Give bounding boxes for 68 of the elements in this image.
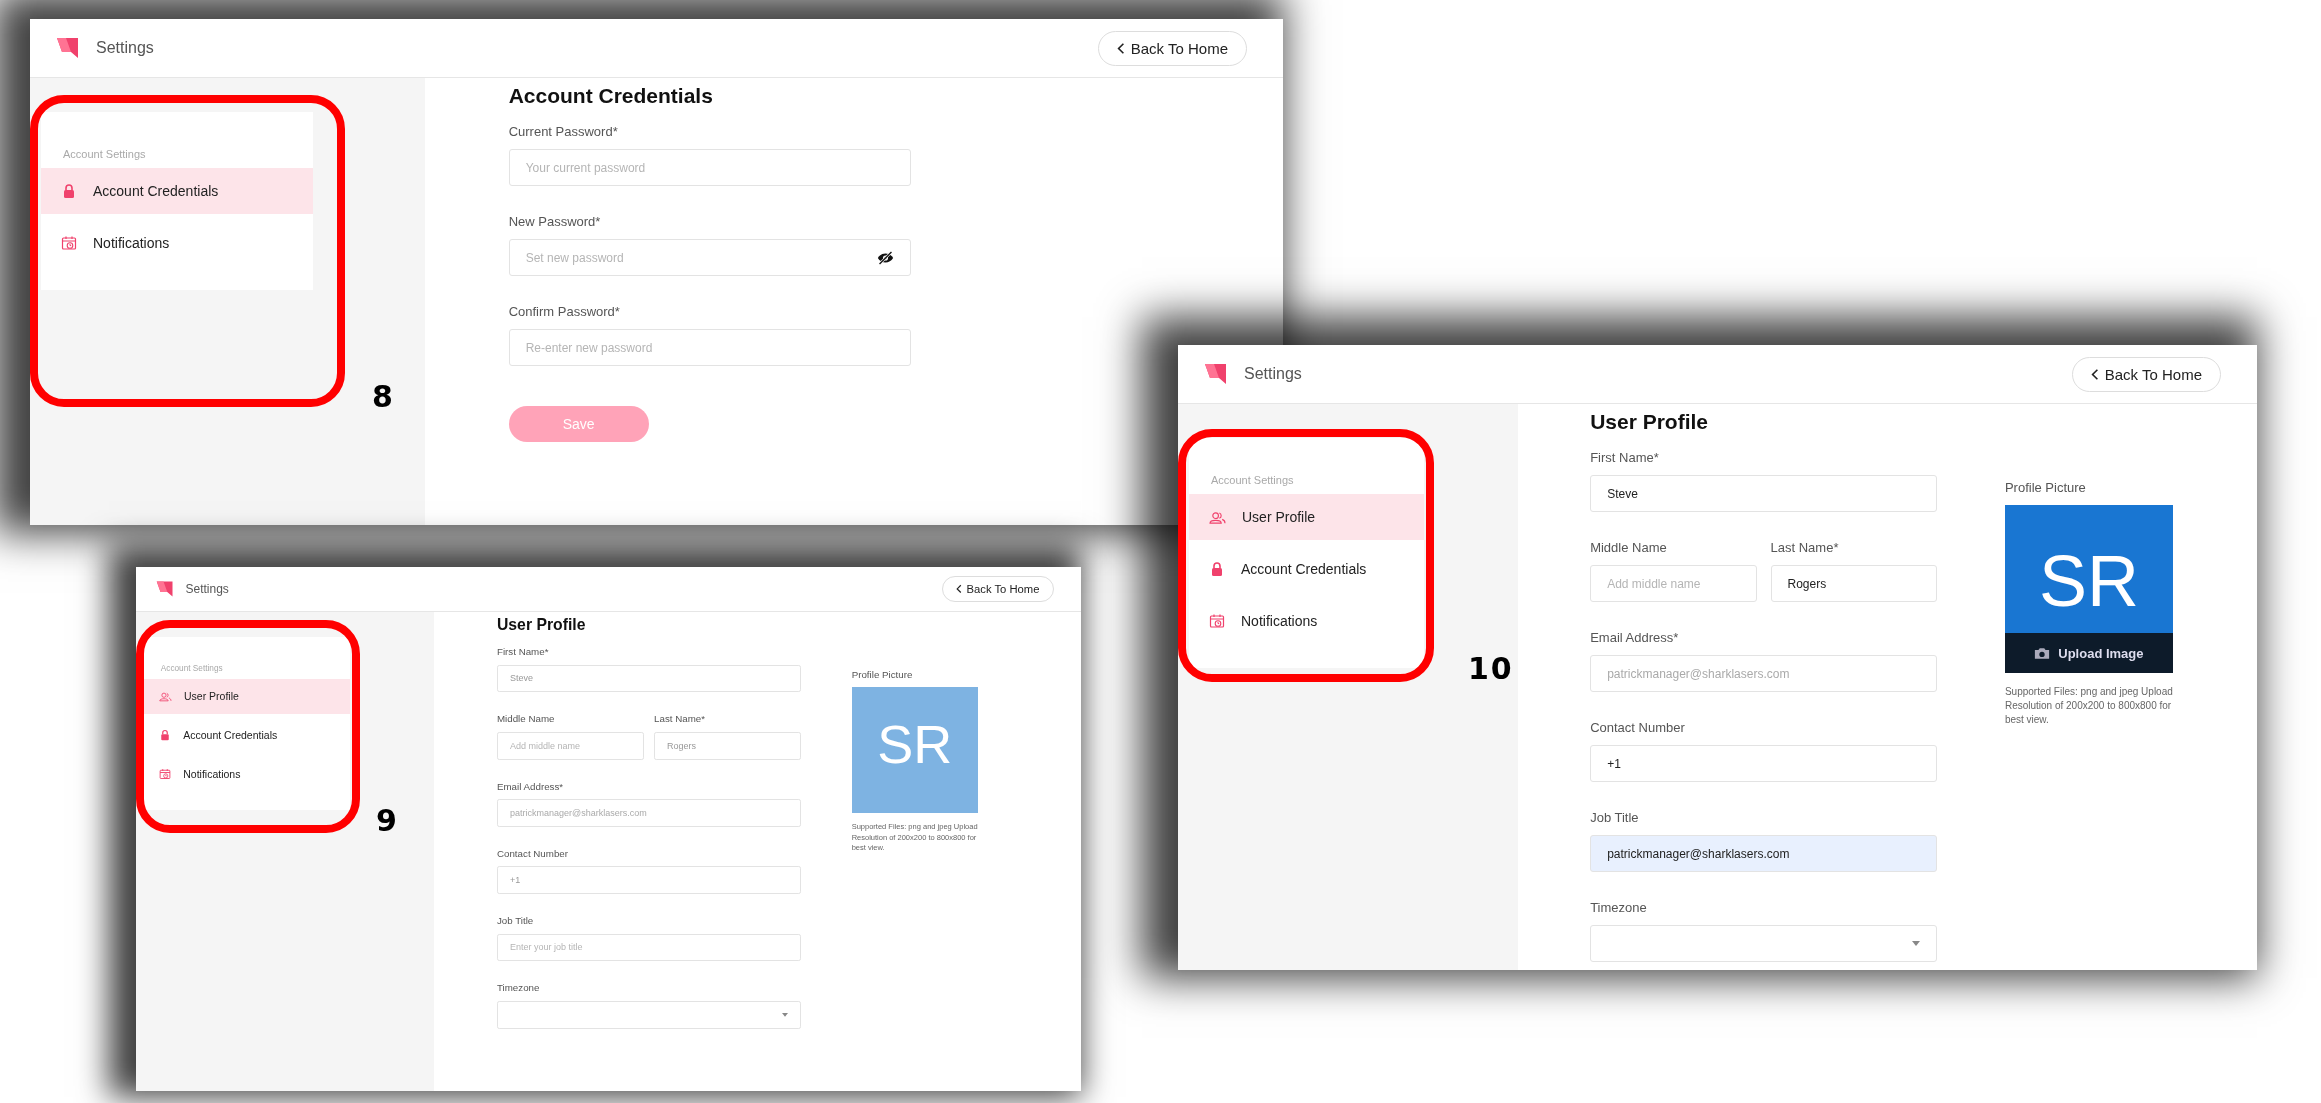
field-label: Job Title bbox=[497, 915, 535, 926]
sidebar-section-title: Account Settings bbox=[62, 148, 147, 162]
avatar[interactable]: SR Upload Image bbox=[2004, 505, 2173, 673]
sidebar-item[interactable]: Account Credentials bbox=[41, 168, 314, 214]
field-label: First Name* bbox=[497, 646, 550, 657]
chevron-left-icon bbox=[2090, 367, 2099, 381]
back-button[interactable]: Back To Home bbox=[1097, 30, 1247, 66]
calendar-clock-icon bbox=[61, 235, 77, 251]
page-title: User Profile bbox=[1590, 410, 1710, 434]
field-label: Last Name* bbox=[1770, 540, 1840, 555]
input-field[interactable]: patrickmanager@sharklasers.com bbox=[1590, 835, 1937, 872]
sidebar-item[interactable]: Notifications bbox=[144, 757, 350, 792]
sidebar-section-title: Account Settings bbox=[159, 664, 224, 675]
lock-icon bbox=[61, 183, 77, 199]
input-field[interactable]: Steve bbox=[1590, 475, 1937, 512]
logo-icon bbox=[1204, 362, 1228, 386]
upload-image-button[interactable]: Upload Image bbox=[2004, 633, 2173, 673]
field-label: Current Password* bbox=[508, 124, 619, 139]
avatar-initials: SR bbox=[2038, 540, 2139, 622]
back-button[interactable]: Back To Home bbox=[2071, 356, 2221, 392]
chevron-left-icon bbox=[1116, 41, 1125, 55]
field-label: Profile Picture bbox=[2004, 480, 2087, 495]
field-label: Email Address* bbox=[1590, 630, 1680, 645]
page-title: User Profile bbox=[497, 616, 587, 634]
sidebar-item[interactable]: Account Credentials bbox=[1189, 546, 1424, 592]
sidebar-item[interactable]: Account Credentials bbox=[144, 718, 350, 753]
calendar-clock-icon bbox=[1209, 613, 1225, 629]
field-label: New Password* bbox=[508, 214, 602, 229]
users-icon bbox=[1209, 509, 1226, 525]
input-field[interactable]: +1 bbox=[1590, 745, 1937, 782]
page-title: Account Credentials bbox=[508, 84, 714, 108]
field-label: Timezone bbox=[497, 982, 541, 994]
caret-icon bbox=[781, 1012, 788, 1017]
lock-icon bbox=[1209, 561, 1225, 577]
field-label: Timezone bbox=[1590, 900, 1648, 915]
field-label: Contact Number bbox=[1590, 720, 1686, 735]
sidebar-item[interactable]: User Profile bbox=[144, 679, 350, 714]
field-label: Last Name* bbox=[654, 713, 707, 725]
step-number: 10 bbox=[1468, 651, 1514, 686]
eye-off-icon[interactable] bbox=[877, 250, 895, 265]
camera-icon bbox=[2034, 646, 2051, 660]
app-title: Settings bbox=[185, 581, 229, 596]
field-label: Middle Name bbox=[497, 713, 556, 725]
sidebar-item[interactable]: Notifications bbox=[1189, 598, 1424, 644]
step-number: 8 bbox=[372, 379, 395, 414]
logo-icon bbox=[155, 579, 174, 598]
field-label: Contact Number bbox=[497, 847, 569, 859]
sidebar-item[interactable]: User Profile bbox=[1189, 494, 1424, 540]
select-field[interactable] bbox=[1590, 925, 1937, 962]
back-button[interactable]: Back To Home bbox=[941, 575, 1054, 602]
field-label: Job Title bbox=[1590, 810, 1640, 825]
caret-icon bbox=[1911, 941, 1920, 946]
input-field[interactable]: Rogers bbox=[1770, 565, 1937, 602]
upload-hint: Supported Files: png and jpeg Upload Resolution of 200x200 to 800x800 for best view. bbox=[851, 822, 979, 854]
select-field[interactable] bbox=[497, 1000, 801, 1029]
step-number: 9 bbox=[376, 803, 399, 838]
sidebar-item[interactable]: Notifications bbox=[41, 220, 314, 266]
logo-icon bbox=[56, 36, 80, 60]
avatar-initials: SR bbox=[877, 713, 953, 775]
sidebar-section-title: Account Settings bbox=[1210, 474, 1295, 488]
app-title: Settings bbox=[1244, 365, 1302, 383]
app-title: Settings bbox=[96, 39, 154, 57]
field-label: Profile Picture bbox=[851, 668, 914, 680]
field-label: Confirm Password* bbox=[508, 304, 621, 319]
field-label: First Name* bbox=[1590, 450, 1660, 465]
field-label: Email Address* bbox=[497, 780, 565, 792]
upload-hint: Supported Files: png and jpeg Upload Resolution of 200x200 to 800x800 for best view. bbox=[2004, 685, 2174, 727]
field-label: Middle Name bbox=[1590, 540, 1668, 555]
